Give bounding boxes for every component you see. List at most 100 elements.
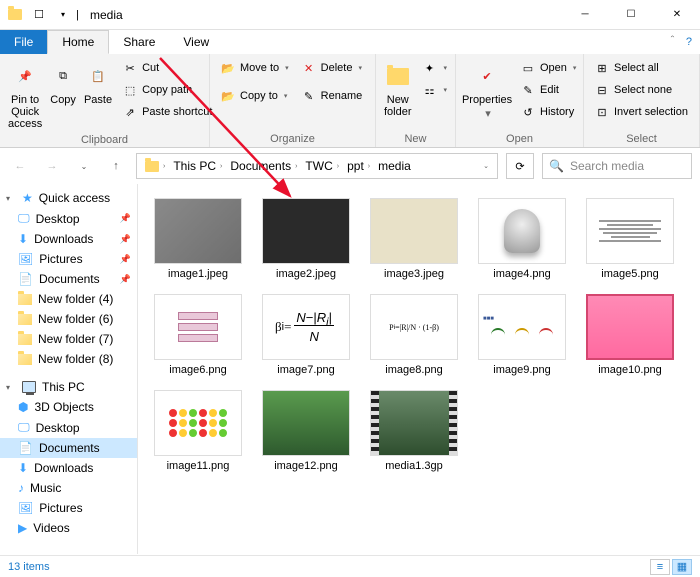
view-large-icons-button[interactable]: ▦ xyxy=(672,559,692,575)
sidebar-item-nf8[interactable]: New folder (8) xyxy=(0,349,137,369)
tab-file[interactable]: File xyxy=(0,30,47,54)
properties-button[interactable]: ✔ Properties▾ xyxy=(462,58,512,122)
ribbon-group-organize: 📂Move to▾ 📂Copy to▾ ✕Delete▾ ✎Rename Org… xyxy=(210,54,376,147)
copy-button[interactable]: ⧉ Copy xyxy=(48,58,78,108)
file-item[interactable]: image12.png xyxy=(254,388,358,474)
sidebar-item-downloads[interactable]: ⬇Downloads📌 xyxy=(0,229,137,249)
edit-icon: ✎ xyxy=(520,82,536,98)
properties-qat-icon[interactable]: ☐ xyxy=(28,4,50,26)
group-label-select: Select xyxy=(590,131,693,145)
qat-overflow-icon[interactable]: ▾ xyxy=(52,4,74,26)
sidebar-item-pictures[interactable]: 🖼Pictures📌 xyxy=(0,249,137,269)
sidebar-item-pictures2[interactable]: 🖼Pictures xyxy=(0,498,137,518)
file-name: image7.png xyxy=(277,364,335,376)
delete-icon: ✕ xyxy=(301,60,317,76)
breadcrumb[interactable]: › This PC› Documents› TWC› ppt› media ⌄ xyxy=(136,153,498,179)
sidebar-item-nf4[interactable]: New folder (4) xyxy=(0,289,137,309)
tab-view[interactable]: View xyxy=(169,30,223,54)
select-none-button[interactable]: ⊟Select none xyxy=(590,80,692,100)
sidebar-item-nf6[interactable]: New folder (6) xyxy=(0,309,137,329)
file-item[interactable]: media1.3gp xyxy=(362,388,466,474)
file-item[interactable]: image4.png xyxy=(470,196,574,282)
forward-button[interactable]: → xyxy=(40,154,64,178)
new-item-button[interactable]: ✦▾ xyxy=(418,58,452,78)
breadcrumb-twc[interactable]: TWC› xyxy=(301,159,343,173)
ribbon-collapse-icon[interactable]: ＾ xyxy=(667,34,678,50)
file-item[interactable]: image1.jpeg xyxy=(146,196,250,282)
file-item[interactable]: image6.png xyxy=(146,292,250,378)
recent-locations-button[interactable]: ⌄ xyxy=(72,154,96,178)
file-item[interactable]: image3.jpeg xyxy=(362,196,466,282)
sidebar-item-documents[interactable]: 📄Documents📌 xyxy=(0,269,137,289)
navigation-pane[interactable]: ▾★Quick access 🖵Desktop📌⬇Downloads📌🖼Pict… xyxy=(0,184,138,554)
breadcrumb-dropdown[interactable]: ⌄ xyxy=(475,162,493,170)
delete-button[interactable]: ✕Delete▾ xyxy=(297,58,367,78)
folder-icon[interactable] xyxy=(4,4,26,26)
breadcrumb-root[interactable]: › xyxy=(141,161,169,172)
pin-icon: 📌 xyxy=(18,60,32,92)
sidebar-item-videos[interactable]: ▶Videos xyxy=(0,518,137,538)
sidebar-item-desktop[interactable]: 🖵Desktop📌 xyxy=(0,208,137,229)
view-details-button[interactable]: ≡ xyxy=(650,559,670,575)
content-area: ▾★Quick access 🖵Desktop📌⬇Downloads📌🖼Pict… xyxy=(0,184,700,554)
paste-button[interactable]: 📋 Paste xyxy=(82,58,114,108)
sidebar-item-documents2[interactable]: 📄Documents xyxy=(0,438,137,458)
up-button[interactable]: ↑ xyxy=(104,154,128,178)
breadcrumb-documents[interactable]: Documents› xyxy=(226,159,301,173)
easy-access-button[interactable]: ⚏▾ xyxy=(418,80,452,100)
sidebar-item-downloads2[interactable]: ⬇Downloads xyxy=(0,458,137,478)
quick-access-toolbar: ☐ ▾ | xyxy=(0,4,86,26)
tab-home[interactable]: Home xyxy=(47,30,109,54)
pin-to-quick-access-button[interactable]: 📌 Pin to Quick access xyxy=(6,58,44,132)
move-to-button[interactable]: 📂Move to▾ xyxy=(216,58,293,78)
file-item[interactable]: βi = N−|Ri|Nimage7.png xyxy=(254,292,358,378)
file-item[interactable]: ■■■image9.png xyxy=(470,292,574,378)
breadcrumb-ppt[interactable]: ppt› xyxy=(343,159,374,173)
ribbon-group-open: ✔ Properties▾ ▭Open▾ ✎Edit ↺History Open xyxy=(456,54,584,147)
file-item[interactable]: image2.jpeg xyxy=(254,196,358,282)
back-button[interactable]: ← xyxy=(8,154,32,178)
pin-icon: 📌 xyxy=(120,274,131,285)
sidebar-item-music[interactable]: ♪Music xyxy=(0,478,137,498)
maximize-button[interactable]: ☐ xyxy=(608,0,654,30)
file-name: image10.png xyxy=(598,364,662,376)
new-folder-button[interactable]: New folder xyxy=(382,58,414,120)
file-item[interactable]: Pi=|R|/N · (1-β)image8.png xyxy=(362,292,466,378)
file-view[interactable]: image1.jpegimage2.jpegimage3.jpegimage4.… xyxy=(138,184,700,554)
file-item[interactable]: image5.png xyxy=(578,196,682,282)
history-icon: ↺ xyxy=(520,104,536,120)
refresh-button[interactable]: ⟳ xyxy=(506,153,534,179)
select-none-icon: ⊟ xyxy=(594,82,610,98)
close-button[interactable]: ✕ xyxy=(654,0,700,30)
sidebar-item-desktop2[interactable]: 🖵Desktop xyxy=(0,417,137,438)
breadcrumb-thispc[interactable]: This PC› xyxy=(169,159,226,173)
sidebar-item-nf7[interactable]: New folder (7) xyxy=(0,329,137,349)
help-icon[interactable]: ? xyxy=(686,36,692,48)
address-bar: ← → ⌄ ↑ › This PC› Documents› TWC› ppt› … xyxy=(0,148,700,184)
file-item[interactable]: image11.png xyxy=(146,388,250,474)
ribbon-group-select: ⊞Select all ⊟Select none ⊡Invert selecti… xyxy=(584,54,700,147)
file-item[interactable]: image10.png xyxy=(578,292,682,378)
invert-selection-button[interactable]: ⊡Invert selection xyxy=(590,102,692,122)
open-icon: ▭ xyxy=(520,60,536,76)
ribbon-group-clipboard: 📌 Pin to Quick access ⧉ Copy 📋 Paste ✂Cu… xyxy=(0,54,210,147)
sidebar-quick-access[interactable]: ▾★Quick access xyxy=(0,188,137,208)
sidebar-item-3d[interactable]: ⬢3D Objects xyxy=(0,397,137,417)
minimize-button[interactable]: ─ xyxy=(562,0,608,30)
edit-button[interactable]: ✎Edit xyxy=(516,80,580,100)
sidebar-this-pc[interactable]: ▾This PC xyxy=(0,377,137,397)
breadcrumb-media[interactable]: media xyxy=(374,159,415,173)
copy-path-button[interactable]: ⬚Copy path xyxy=(118,80,216,100)
moveto-icon: 📂 xyxy=(220,60,236,76)
tab-share[interactable]: Share xyxy=(109,30,169,54)
search-input[interactable]: 🔍 Search media xyxy=(542,153,692,179)
copy-to-button[interactable]: 📂Copy to▾ xyxy=(216,86,293,106)
new-item-icon: ✦ xyxy=(422,60,438,76)
rename-button[interactable]: ✎Rename xyxy=(297,86,367,106)
paste-shortcut-button[interactable]: ⇗Paste shortcut xyxy=(118,102,216,122)
history-button[interactable]: ↺History xyxy=(516,102,580,122)
cut-button[interactable]: ✂Cut xyxy=(118,58,216,78)
status-bar: 13 items ≡ ▦ xyxy=(0,555,700,577)
select-all-button[interactable]: ⊞Select all xyxy=(590,58,692,78)
open-button[interactable]: ▭Open▾ xyxy=(516,58,580,78)
